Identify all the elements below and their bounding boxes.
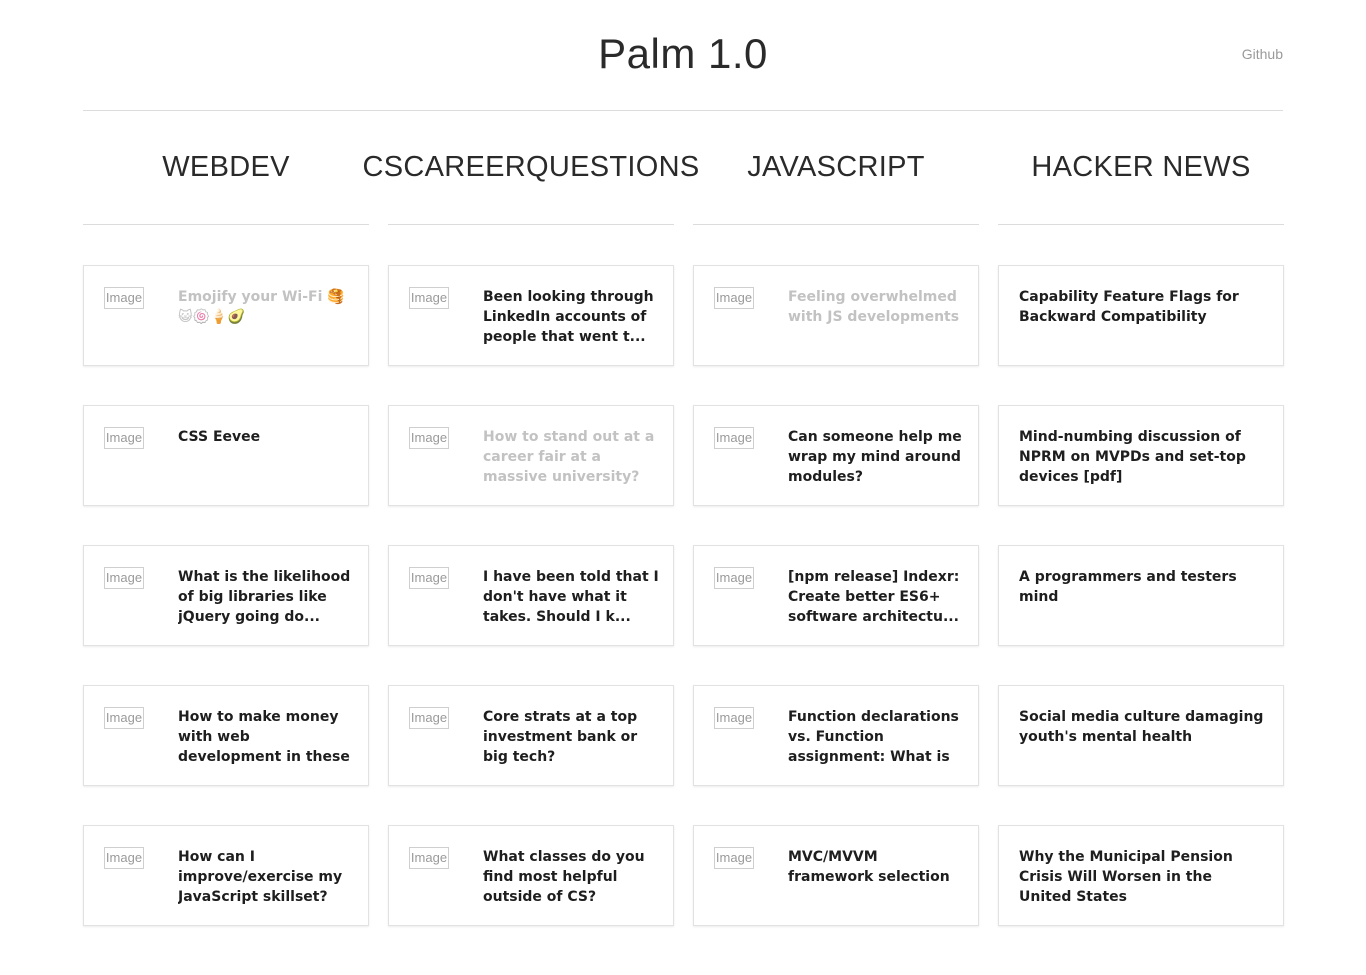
post-title[interactable]: Can someone help me wrap my mind around …	[788, 427, 964, 487]
post-card[interactable]: Image CSS Eevee	[83, 405, 369, 506]
post-title[interactable]: [npm release] Indexr: Create better ES6+…	[788, 567, 964, 627]
post-thumbnail: Image	[104, 847, 144, 869]
post-title[interactable]: A programmers and testers mind	[1019, 567, 1269, 607]
post-list: Capability Feature Flags for Backward Co…	[998, 265, 1284, 926]
post-title[interactable]: CSS Eevee	[178, 427, 260, 447]
post-title[interactable]: Mind-numbing discussion of NPRM on MVPDs…	[1019, 427, 1269, 487]
post-thumbnail: Image	[104, 427, 144, 449]
post-title[interactable]: Why the Municipal Pension Crisis Will Wo…	[1019, 847, 1269, 907]
post-card[interactable]: Social media culture damaging youth's me…	[998, 685, 1284, 786]
post-thumbnail: Image	[104, 287, 144, 309]
post-thumbnail: Image	[714, 287, 754, 309]
post-card[interactable]: Image Core strats at a top investment ban…	[388, 685, 674, 786]
post-thumbnail: Image	[104, 707, 144, 729]
post-card[interactable]: Image Been looking through LinkedIn accou…	[388, 265, 674, 366]
post-title[interactable]: Emojify your Wi-Fi 🥞😺🍥🍦🥑	[178, 287, 354, 327]
post-title[interactable]: MVC/MVVM framework selection	[788, 847, 964, 887]
post-thumbnail: Image	[714, 847, 754, 869]
post-card[interactable]: Image How to stand out at a career fair a…	[388, 405, 674, 506]
post-card[interactable]: A programmers and testers mind	[998, 545, 1284, 646]
post-thumbnail: Image	[409, 847, 449, 869]
post-card[interactable]: Image [npm release] Indexr: Create better…	[693, 545, 979, 646]
post-card[interactable]: Image What classes do you find most helpf…	[388, 825, 674, 926]
post-thumbnail: Image	[409, 567, 449, 589]
feed-column-javascript: JAVASCRIPT Image Feeling overwhelmed with …	[693, 111, 979, 926]
column-header[interactable]: CSCAREERQUESTIONS	[362, 111, 699, 225]
post-thumbnail: Image	[104, 567, 144, 589]
post-title[interactable]: Feeling overwhelmed with JS developments	[788, 287, 964, 327]
post-card[interactable]: Image I have been told that I don't have …	[388, 545, 674, 646]
feed-columns: WEBDEV Image Emojify your Wi-Fi 🥞😺🍥🍦🥑 Image…	[83, 111, 1284, 926]
post-card[interactable]: Image Feeling overwhelmed with JS develop…	[693, 265, 979, 366]
feed-column-cscareerquestions: CSCAREERQUESTIONS Image Been looking throu…	[362, 111, 699, 926]
post-list: Image Been looking through LinkedIn accou…	[388, 265, 674, 926]
post-title[interactable]: How to stand out at a career fair at a m…	[483, 427, 659, 487]
post-card[interactable]: Image Can someone help me wrap my mind ar…	[693, 405, 979, 506]
github-link[interactable]: Github	[1242, 46, 1283, 62]
post-card[interactable]: Capability Feature Flags for Backward Co…	[998, 265, 1284, 366]
page-header: Palm 1.0 Github	[83, 0, 1283, 111]
post-thumbnail: Image	[409, 707, 449, 729]
feed-column-hacker-news: HACKER NEWS Capability Feature Flags for …	[998, 111, 1284, 926]
post-title[interactable]: Social media culture damaging youth's me…	[1019, 707, 1269, 747]
post-thumbnail: Image	[409, 427, 449, 449]
post-card[interactable]: Image How to make money with web developm…	[83, 685, 369, 786]
feed-column-webdev: WEBDEV Image Emojify your Wi-Fi 🥞😺🍥🍦🥑 Image…	[83, 111, 369, 926]
post-card[interactable]: Why the Municipal Pension Crisis Will Wo…	[998, 825, 1284, 926]
post-title[interactable]: How to make money with web development i…	[178, 707, 354, 767]
app-title: Palm 1.0	[598, 30, 768, 77]
column-header[interactable]: WEBDEV	[83, 111, 369, 225]
post-list: Image Emojify your Wi-Fi 🥞😺🍥🍦🥑 Image CSS Ee…	[83, 265, 369, 926]
post-thumbnail: Image	[714, 427, 754, 449]
post-card[interactable]: Mind-numbing discussion of NPRM on MVPDs…	[998, 405, 1284, 506]
post-title[interactable]: Function declarations vs. Function assig…	[788, 707, 964, 767]
column-header[interactable]: JAVASCRIPT	[693, 111, 979, 225]
post-title[interactable]: Capability Feature Flags for Backward Co…	[1019, 287, 1269, 327]
post-card[interactable]: Image MVC/MVVM framework selection	[693, 825, 979, 926]
post-card[interactable]: Image Function declarations vs. Function …	[693, 685, 979, 786]
post-title[interactable]: What classes do you find most helpful ou…	[483, 847, 659, 907]
post-card[interactable]: Image Emojify your Wi-Fi 🥞😺🍥🍦🥑	[83, 265, 369, 366]
post-title[interactable]: How can I improve/exercise my JavaScript…	[178, 847, 354, 907]
post-title[interactable]: Been looking through LinkedIn accounts o…	[483, 287, 659, 347]
post-title[interactable]: What is the likelihood of big libraries …	[178, 567, 354, 627]
post-list: Image Feeling overwhelmed with JS develop…	[693, 265, 979, 926]
post-thumbnail: Image	[409, 287, 449, 309]
post-title[interactable]: I have been told that I don't have what …	[483, 567, 659, 627]
post-thumbnail: Image	[714, 707, 754, 729]
post-card[interactable]: Image What is the likelihood of big libra…	[83, 545, 369, 646]
column-header[interactable]: HACKER NEWS	[998, 111, 1284, 225]
post-thumbnail: Image	[714, 567, 754, 589]
post-title[interactable]: Core strats at a top investment bank or …	[483, 707, 659, 767]
post-card[interactable]: Image How can I improve/exercise my JavaS…	[83, 825, 369, 926]
